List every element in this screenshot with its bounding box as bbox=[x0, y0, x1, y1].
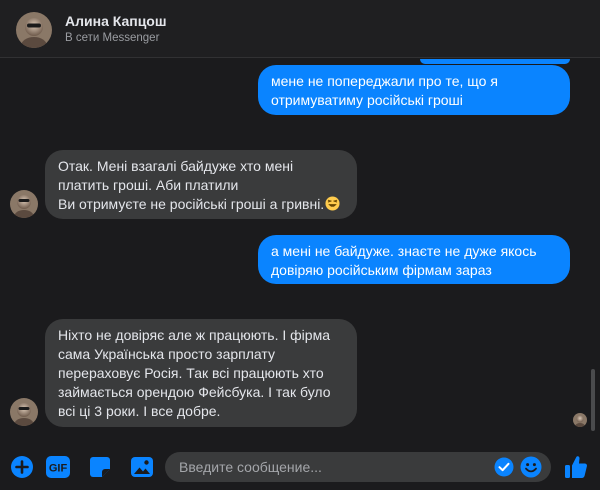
emoji-icon[interactable] bbox=[520, 456, 542, 478]
message-line: всі ці 3 роки. І все добре. bbox=[58, 403, 221, 419]
conversation-header: Алина Капцош В сети Messenger bbox=[0, 0, 600, 58]
gif-icon[interactable]: GIF bbox=[45, 455, 71, 479]
message-line: а мені не байдуже. знаєте не дуже якось bbox=[271, 243, 537, 259]
thumbs-up-icon[interactable] bbox=[563, 454, 589, 480]
contact-avatar[interactable] bbox=[16, 12, 52, 48]
laughing-emoji-icon bbox=[325, 196, 340, 211]
message-text: Ви отримуєте не російські гроші а гривні… bbox=[58, 196, 325, 212]
checkmark-icon[interactable] bbox=[494, 457, 514, 477]
image-icon[interactable] bbox=[130, 455, 154, 479]
message-line: Ви отримуєте не російські гроші а гривні… bbox=[58, 195, 344, 214]
contact-status: В сети Messenger bbox=[65, 32, 160, 44]
message-line: Отак. Мені взагалі байдуже хто мені bbox=[58, 158, 294, 174]
message-outgoing[interactable]: мене не попереджали про те, що я отримув… bbox=[258, 65, 570, 115]
message-line: сама Українська просто зарплату bbox=[58, 346, 275, 362]
message-incoming[interactable]: Ніхто не довіряє але ж працюють. І фірма… bbox=[45, 319, 357, 427]
sender-avatar[interactable] bbox=[10, 398, 38, 426]
message-line: отримуватиму російські гроші bbox=[271, 92, 463, 108]
read-receipt-avatar bbox=[573, 413, 587, 427]
contact-name[interactable]: Алина Капцош bbox=[65, 13, 167, 29]
message-thread[interactable]: мене не попереджали про те, що я отримув… bbox=[0, 59, 600, 445]
message-line: платить гроші. Аби платили bbox=[58, 177, 239, 193]
sender-avatar[interactable] bbox=[10, 190, 38, 218]
message-line: Ніхто не довіряє але ж працюють. І фірма bbox=[58, 327, 330, 343]
message-line: мене не попереджали про те, що я bbox=[271, 73, 498, 89]
message-line: займається орендою Фейсбука. І так було bbox=[58, 384, 331, 400]
previous-message-edge bbox=[420, 59, 570, 64]
message-outgoing[interactable]: а мені не байдуже. знаєте не дуже якось … bbox=[258, 235, 570, 284]
plus-icon[interactable] bbox=[10, 455, 34, 479]
svg-text:GIF: GIF bbox=[49, 463, 68, 475]
message-incoming[interactable]: Отак. Мені взагалі байдуже хто мені плат… bbox=[45, 150, 357, 219]
message-input[interactable] bbox=[179, 452, 495, 482]
thread-scrollbar[interactable] bbox=[591, 369, 595, 431]
message-line: перераховує Росія. Так всі працюють хто bbox=[58, 365, 324, 381]
sticker-icon[interactable] bbox=[88, 455, 112, 479]
message-input-container[interactable] bbox=[165, 452, 551, 482]
message-line: довіряю російським фірмам зараз bbox=[271, 262, 492, 278]
message-composer: GIF bbox=[0, 445, 600, 490]
